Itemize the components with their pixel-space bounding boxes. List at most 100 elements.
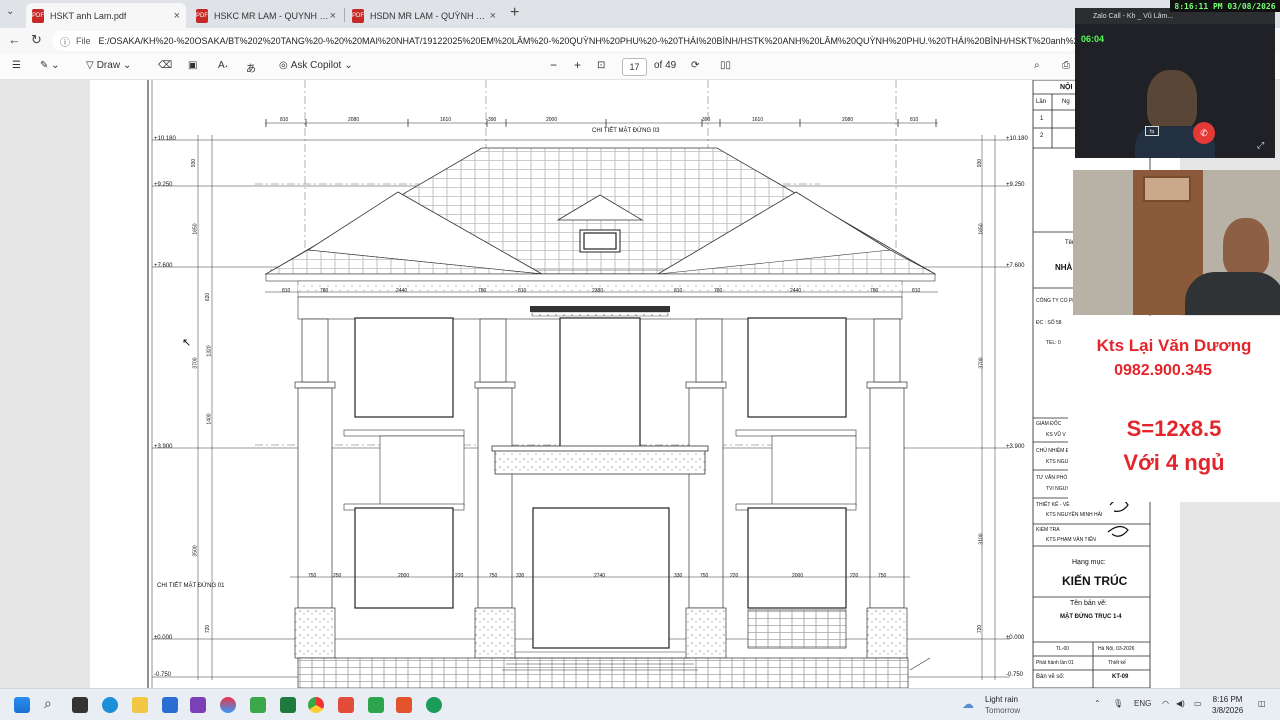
two-page-icon[interactable]: ▯▯ bbox=[720, 60, 731, 71]
translate-icon[interactable]: あ bbox=[246, 60, 256, 75]
vert-dim-text: 3700 bbox=[978, 357, 985, 369]
level-label: +7.600 bbox=[154, 263, 173, 269]
recorder-icon[interactable] bbox=[396, 697, 412, 713]
new-tab-button[interactable]: + bbox=[510, 4, 519, 22]
dim-text: 2000 bbox=[546, 117, 558, 123]
wifi-icon[interactable]: ◠ bbox=[1162, 699, 1169, 708]
excel-icon[interactable] bbox=[280, 697, 296, 713]
app-icon[interactable] bbox=[426, 697, 442, 713]
dim-text: 2440 bbox=[396, 288, 408, 294]
copilot-icon: ◎ bbox=[279, 60, 288, 71]
tb-hang-muc: Hạng mục: bbox=[1072, 559, 1106, 566]
level-label: +9.250 bbox=[154, 182, 173, 188]
tb-thiet-ke2: Thiết kế bbox=[1108, 660, 1126, 666]
tb-tl: TL-00 bbox=[1056, 646, 1070, 652]
tb-tk-name: KTS NGUYỄN MINH HẢI bbox=[1046, 512, 1103, 518]
dim-text: 2440 bbox=[790, 288, 802, 294]
taskbar-clock[interactable]: 8:16 PM 3/8/2026 bbox=[1212, 694, 1243, 716]
detail-label-top: CHI TIẾT MẶT ĐỨNG 03 bbox=[592, 128, 660, 134]
camtasia-icon[interactable] bbox=[368, 697, 384, 713]
dim-text: 330 bbox=[516, 573, 525, 579]
page-number-input[interactable]: 17 bbox=[622, 58, 647, 76]
dim-text: 1610 bbox=[440, 117, 452, 123]
expand-icon[interactable]: ⤢ bbox=[1257, 140, 1264, 151]
dim-text: 750 bbox=[878, 573, 887, 579]
volume-icon[interactable]: ◀) bbox=[1176, 699, 1185, 708]
address-bar[interactable]: ⓘ File E:/OSAKA/KH%20-%20OSAKA/BT%202%20… bbox=[52, 31, 1078, 51]
language-indicator[interactable]: ENG bbox=[1134, 699, 1151, 708]
tb-col-lan: Lần bbox=[1036, 99, 1047, 105]
taskbar: ⌕ ☁ Light rain Tomorrow ⌃ 🎙 ENG ◠ ◀) ▭ 8… bbox=[0, 688, 1280, 720]
rooms-text: Với 4 ngủ bbox=[1123, 450, 1225, 475]
dim-text: 2080 bbox=[348, 117, 360, 123]
text-box-icon[interactable]: ▣ bbox=[188, 60, 197, 71]
read-aloud-icon[interactable]: A˖ bbox=[218, 60, 228, 71]
edge-icon[interactable] bbox=[102, 697, 118, 713]
tb-kt09: KT-09 bbox=[1112, 674, 1129, 680]
close-icon[interactable]: × bbox=[330, 10, 336, 22]
weather-widget[interactable]: Light rain Tomorrow bbox=[985, 694, 1020, 716]
dim-text: 330 bbox=[674, 573, 683, 579]
dim-text: 780 bbox=[478, 288, 487, 294]
rotate-icon[interactable]: ⟳ bbox=[691, 60, 699, 71]
tb-ten-ban-ve: Tên bản vẽ: bbox=[1070, 600, 1107, 607]
level-label-right: -0.750 bbox=[1006, 672, 1024, 678]
copilot-icon[interactable] bbox=[220, 697, 236, 713]
app-icon[interactable] bbox=[338, 697, 354, 713]
battery-icon[interactable]: ▭ bbox=[1194, 699, 1202, 708]
close-icon[interactable]: × bbox=[174, 10, 180, 22]
tab-hskt[interactable]: PDF HSKT anh Lam.pdf × bbox=[26, 3, 186, 28]
file-explorer-icon[interactable] bbox=[132, 697, 148, 713]
tab-hsdn[interactable]: PDF HSDN MR LAM - QUỲNH PHU - Tr × bbox=[346, 3, 502, 28]
tab-list-icon[interactable]: ⌄ bbox=[6, 6, 14, 17]
app-icon[interactable] bbox=[250, 697, 266, 713]
zoom-in-icon[interactable]: + bbox=[574, 58, 581, 72]
ask-copilot-button[interactable]: ◎ Ask Copilot ⌄ bbox=[279, 60, 353, 71]
address-scheme: File bbox=[76, 36, 91, 46]
tb-gd-name: KS VŨ V bbox=[1046, 432, 1066, 438]
tb-cong-ty: CÔNG TY CỔ PH bbox=[1036, 298, 1076, 304]
tab-label: HSKT anh Lam.pdf bbox=[50, 10, 127, 21]
vert-dim-text: 1320 bbox=[206, 345, 213, 357]
vert-dim-text: 930 bbox=[977, 158, 984, 168]
dim-text: 780 bbox=[320, 288, 329, 294]
app-icon[interactable] bbox=[162, 697, 178, 713]
notification-icon[interactable]: ◫ bbox=[1258, 699, 1266, 708]
end-call-button[interactable]: ✆ bbox=[1193, 122, 1215, 144]
camera-switch-icon[interactable]: ⇆ bbox=[1145, 126, 1159, 136]
windows-start-icon[interactable] bbox=[14, 697, 30, 713]
fit-page-icon[interactable]: ⊡ bbox=[597, 60, 605, 71]
chrome-icon[interactable] bbox=[308, 697, 324, 713]
refresh-icon[interactable]: ↻ bbox=[31, 32, 42, 48]
dim-text: 750 bbox=[700, 573, 709, 579]
tb-tel: TEL: 0 bbox=[1046, 340, 1061, 346]
chevron-up-icon[interactable]: ⌃ bbox=[1094, 699, 1101, 708]
tb-kien-truc: KIẾN TRÚC bbox=[1062, 574, 1128, 588]
eraser-icon[interactable]: ⌫ bbox=[158, 60, 172, 71]
video-call-window[interactable]: Zalo Call - Kh _ Vũ Lâm... 06:04 ⇆ ⤢ bbox=[1075, 8, 1275, 158]
dim-text: 2000 bbox=[398, 573, 410, 579]
tab-label: HSDN MR LAM - QUỲNH PHU - Tr bbox=[370, 10, 488, 21]
highlight-icon[interactable]: ✎ ⌄ bbox=[40, 60, 60, 71]
dim-text: 220 bbox=[850, 573, 859, 579]
tb-ha-noi: Hà Nội, 03-2026 bbox=[1098, 646, 1135, 652]
level-label-right: +3.900 bbox=[1006, 444, 1025, 450]
tb-col-ngay: Ng bbox=[1062, 99, 1070, 105]
microphone-icon[interactable]: 🎙 bbox=[1113, 699, 1123, 708]
draw-icon: ▽ bbox=[86, 60, 94, 71]
search-icon[interactable]: ⌕ bbox=[44, 695, 52, 712]
tb-tu-van: TƯ VẤN PHÓ bbox=[1036, 475, 1068, 481]
onenote-icon[interactable] bbox=[190, 697, 206, 713]
contents-icon[interactable]: ☰ bbox=[12, 60, 21, 71]
zoom-out-icon[interactable]: − bbox=[550, 58, 557, 72]
vert-dim-text: 1650 bbox=[192, 223, 199, 235]
back-icon[interactable]: ← bbox=[8, 32, 21, 47]
tab-hskc[interactable]: PDF HSKC MR LAM - QUYNH PHU - Tr × bbox=[190, 3, 342, 28]
streamer-body bbox=[1185, 272, 1280, 315]
draw-button[interactable]: ▽ Draw ⌄ bbox=[86, 60, 131, 71]
close-icon[interactable]: × bbox=[490, 10, 496, 22]
pdf-icon: PDF bbox=[352, 8, 364, 23]
task-view-icon[interactable] bbox=[72, 697, 88, 713]
search-icon[interactable]: ⌕ bbox=[1034, 60, 1040, 71]
print-icon[interactable]: ⎙ bbox=[1062, 60, 1070, 71]
